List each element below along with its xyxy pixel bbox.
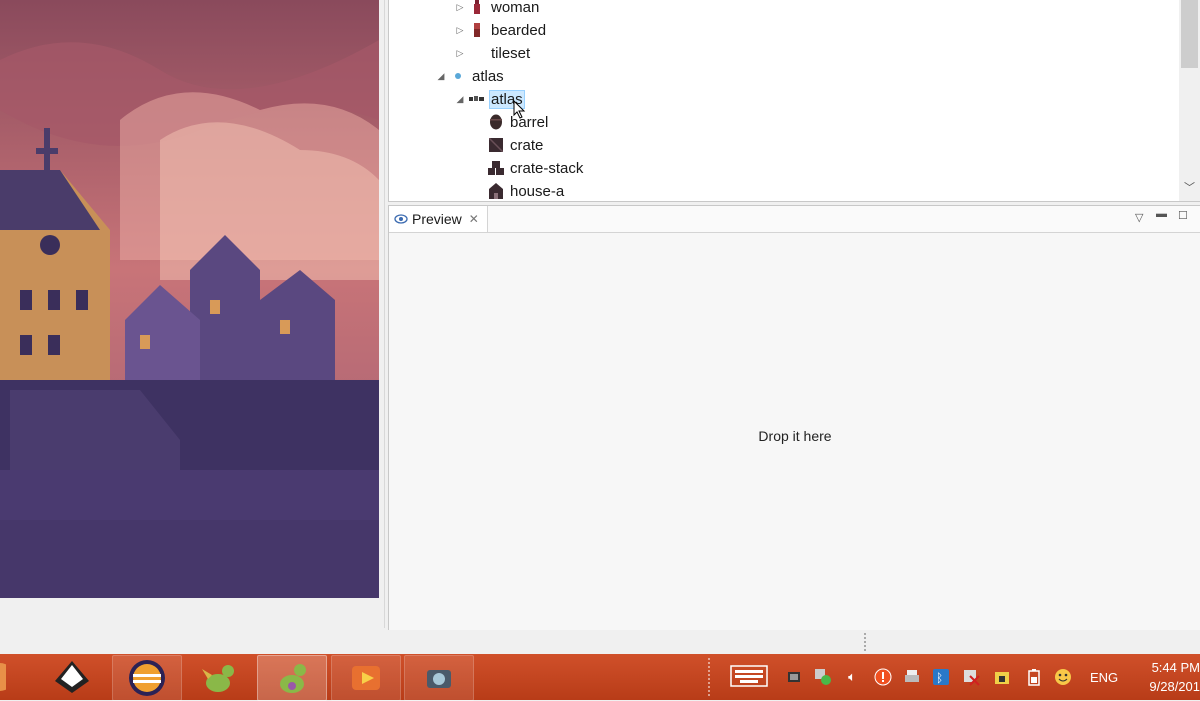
printer-icon[interactable] [903, 668, 921, 686]
bluetooth-icon[interactable]: ᛒ [932, 668, 950, 686]
atlas-folder-icon [450, 68, 466, 84]
flag-icon[interactable] [962, 668, 980, 686]
tree-item-label: tileset [491, 44, 531, 62]
tree-item-atlas-folder[interactable]: ◢ atlas [436, 65, 506, 87]
preview-view: Preview ✕ ▽ ▬ ☐ Drop it here [388, 205, 1200, 631]
maximize-icon[interactable]: ☐ [1178, 209, 1188, 222]
tree-item-crate[interactable]: crate [484, 134, 545, 156]
tab-label: Preview [412, 211, 462, 227]
outline-scrollbar[interactable]: ﹀ [1179, 0, 1200, 201]
svg-text:ᛒ: ᛒ [936, 671, 943, 685]
clock-time: 5:44 PM [1151, 660, 1200, 675]
tree-item-label: house-a [510, 182, 565, 200]
view-menu-icon[interactable]: ▽ [1135, 211, 1143, 224]
tree-item-crate-stack[interactable]: crate-stack [484, 157, 585, 179]
outline-tree[interactable]: ▷ woman ▷ bearded ▷ tileset ◢ atlas ◢ at… [388, 0, 1200, 202]
house-icon [488, 183, 504, 199]
volume-icon[interactable]: 🔈︎ [843, 668, 861, 686]
minimize-icon[interactable]: ▬ [1156, 208, 1167, 220]
taskbar: 🔈︎ ᛒ ENG 5:44 PM 9/28/201 [0, 654, 1200, 701]
alert-icon[interactable] [874, 668, 892, 686]
tree-item-woman[interactable]: ▷ woman [455, 0, 541, 18]
drop-hint: Drop it here [758, 428, 832, 444]
network-icon[interactable] [814, 668, 832, 686]
close-icon[interactable]: ✕ [469, 212, 479, 226]
mouse-cursor-icon [513, 100, 526, 119]
taskbar-app-media[interactable] [331, 655, 401, 701]
barrel-icon [488, 114, 504, 130]
battery-icon[interactable] [1025, 668, 1043, 686]
atlas-image-icon [469, 91, 485, 107]
eye-icon [394, 212, 408, 226]
taskbar-app-dragon-active[interactable] [257, 655, 327, 701]
tree-item-label: woman [491, 0, 540, 16]
expand-arrow-icon[interactable]: ▷ [455, 2, 465, 13]
language-indicator[interactable]: ENG [1090, 670, 1118, 685]
preview-tabbar: Preview ✕ ▽ ▬ ☐ [389, 206, 1200, 233]
tree-item-house-a[interactable]: house-a [484, 180, 566, 201]
scroll-down-arrow-icon[interactable]: ﹀ [1184, 179, 1195, 195]
expand-arrow-icon[interactable]: ▷ [455, 48, 465, 59]
device-icon[interactable] [785, 668, 803, 686]
status-grip[interactable] [864, 633, 866, 651]
expand-arrow-icon[interactable]: ▷ [455, 25, 465, 36]
tree-item-label: atlas [472, 67, 504, 85]
taskbar-app-eclipse[interactable] [112, 655, 182, 701]
tree-item-bearded[interactable]: ▷ bearded [455, 19, 548, 41]
tree-item-label: bearded [491, 21, 547, 39]
start-button[interactable] [0, 655, 16, 699]
taskbar-app-inkscape[interactable] [38, 655, 106, 699]
tree-item-label: crate [510, 136, 544, 154]
taskbar-app-dragon[interactable] [184, 655, 252, 699]
clock-date: 9/28/201 [1149, 679, 1200, 694]
taskbar-grip[interactable] [708, 658, 718, 696]
crate-icon [488, 137, 504, 153]
tab-preview[interactable]: Preview ✕ [389, 206, 488, 232]
scrollbar-thumb[interactable] [1181, 0, 1198, 68]
keyboard-icon[interactable] [730, 664, 768, 688]
smiley-icon[interactable] [1054, 668, 1072, 686]
scene-preview-image [0, 0, 379, 598]
crate-stack-icon [488, 160, 504, 176]
tree-item-label: crate-stack [510, 159, 584, 177]
tree-item-tileset[interactable]: ▷ tileset [455, 42, 532, 64]
collapse-arrow-icon[interactable]: ◢ [436, 71, 446, 82]
bearded-sprite-icon [469, 22, 485, 38]
clock[interactable]: 5:44 PM 9/28/201 [1136, 658, 1200, 696]
status-bar [0, 630, 1200, 654]
woman-sprite-icon [469, 0, 485, 15]
security-icon[interactable] [993, 668, 1011, 686]
taskbar-app-camera[interactable] [404, 655, 474, 701]
collapse-arrow-icon[interactable]: ◢ [455, 94, 465, 105]
scene-canvas-pane [0, 0, 385, 628]
